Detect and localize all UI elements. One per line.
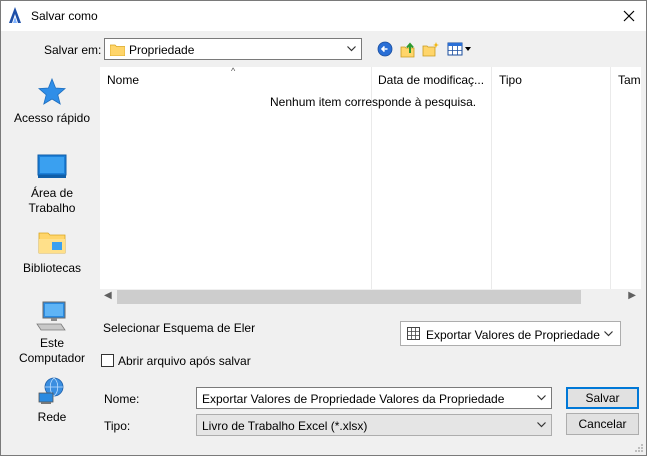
computer-icon — [36, 301, 66, 331]
place-quick-access[interactable]: Acesso rápido — [9, 77, 95, 126]
chevron-down-icon[interactable] — [536, 392, 547, 403]
libraries-icon — [38, 232, 66, 254]
scrollbar-thumb[interactable] — [117, 290, 581, 304]
open-after-save-checkbox[interactable] — [101, 354, 114, 367]
file-name-label: Nome: — [104, 392, 140, 406]
view-menu-button[interactable] — [446, 40, 474, 58]
chevron-down-icon — [537, 422, 546, 428]
new-folder-button[interactable] — [421, 40, 441, 58]
view-grid-icon — [447, 42, 471, 56]
location-dropdown[interactable]: Propriedade — [104, 38, 362, 60]
up-folder-button[interactable] — [398, 40, 418, 58]
cancel-button[interactable]: Cancelar — [566, 413, 639, 435]
app-icon — [9, 7, 21, 23]
file-type-dropdown[interactable]: Livro de Trabalho Excel (*.xlsx) — [196, 414, 552, 436]
place-libraries[interactable]: Bibliotecas — [9, 227, 95, 276]
save-as-dialog: Salvar como Salvar em: Propriedade Acess… — [0, 0, 647, 456]
place-network[interactable]: Rede — [9, 376, 95, 425]
new-folder-icon — [422, 42, 439, 57]
chevron-down-icon — [604, 331, 613, 337]
scroll-left-icon[interactable]: ◀ — [104, 290, 112, 301]
window-title: Salvar como — [31, 9, 98, 23]
file-type-value: Livro de Trabalho Excel (*.xlsx) — [202, 419, 368, 433]
place-label: Acesso rápido — [13, 111, 91, 125]
horizontal-scrollbar[interactable]: ◀ ▶ — [100, 289, 641, 305]
save-button[interactable]: Salvar — [566, 387, 639, 409]
title-bar[interactable]: Salvar como — [1, 1, 646, 31]
close-icon — [623, 10, 635, 22]
place-label: Este Computador — [18, 336, 86, 365]
places-bar: Acesso rápido Área de Trabalho Bibliotec… — [9, 67, 95, 431]
column-type[interactable]: Tipo — [492, 67, 611, 291]
network-icon — [38, 377, 64, 404]
file-type-label: Tipo: — [104, 419, 131, 433]
open-after-save-label[interactable]: Abrir arquivo após salvar — [118, 354, 251, 368]
column-header-type[interactable]: Tipo — [499, 73, 522, 87]
save-in-label: Salvar em: — [44, 43, 102, 57]
desktop-icon — [37, 154, 67, 178]
close-button[interactable] — [612, 1, 646, 31]
up-folder-icon — [400, 41, 414, 57]
resize-grip-icon[interactable] — [634, 443, 644, 453]
file-name-value: Exportar Valores de Propriedade Valores … — [202, 392, 505, 406]
file-name-input[interactable]: Exportar Valores de Propriedade Valores … — [196, 387, 552, 409]
chevron-down-icon — [347, 46, 356, 52]
scheme-dropdown[interactable]: Exportar Valores de Propriedade — [400, 321, 621, 346]
place-this-pc[interactable]: Este Computador — [9, 300, 95, 366]
place-label: Área de Trabalho — [28, 186, 76, 215]
table-grid-icon — [407, 327, 420, 340]
file-list[interactable]: ^ Nome Data de modificaç... Tipo Tam Nen… — [100, 66, 641, 305]
scheme-label: Selecionar Esquema de Eler — [103, 321, 256, 335]
scheme-value: Exportar Valores de Propriedade — [426, 328, 600, 342]
back-arrow-icon — [377, 41, 393, 57]
column-header-name[interactable]: Nome — [107, 73, 139, 87]
column-size[interactable]: Tam — [611, 67, 641, 291]
back-button[interactable] — [375, 40, 395, 58]
star-icon — [37, 77, 67, 105]
folder-icon — [110, 44, 125, 56]
location-value: Propriedade — [129, 43, 195, 57]
scroll-right-icon[interactable]: ▶ — [628, 290, 636, 301]
place-label: Bibliotecas — [22, 261, 82, 275]
place-label: Rede — [37, 410, 67, 424]
column-header-size[interactable]: Tam — [618, 73, 641, 87]
empty-message: Nenhum item corresponde à pesquisa. — [270, 95, 477, 109]
place-desktop[interactable]: Área de Trabalho — [9, 152, 95, 216]
column-header-date[interactable]: Data de modificaç... — [378, 73, 484, 87]
